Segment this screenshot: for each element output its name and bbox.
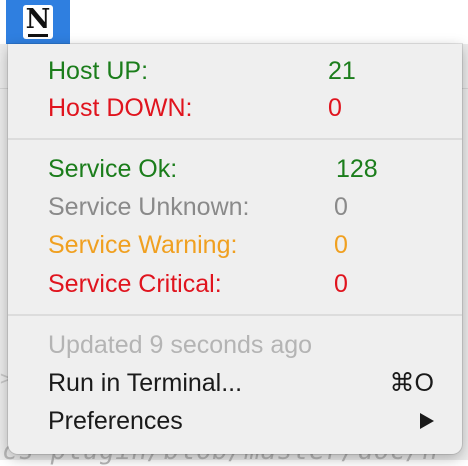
nagios-logo-underline: [28, 33, 48, 37]
updated-status-text: Updated 9 seconds ago: [48, 328, 434, 362]
run-in-terminal-shortcut: ⌘O: [389, 369, 434, 397]
updated-label: Updated 9 seconds ago: [48, 331, 313, 359]
service-critical-label: Service Critical:: [48, 270, 222, 298]
nagios-logo-icon: N: [23, 5, 53, 39]
host-up-value: 21: [328, 57, 356, 85]
host-down-value: 0: [328, 94, 342, 122]
menu-item-preferences[interactable]: Preferences: [48, 404, 434, 438]
menu-bar: N: [0, 0, 468, 44]
menu-item-service-unknown[interactable]: Service Unknown: 0: [48, 190, 434, 224]
status-item-nagios[interactable]: N: [6, 0, 70, 44]
service-unknown-value: 0: [334, 193, 348, 221]
service-unknown-label: Service Unknown:: [48, 193, 250, 221]
service-ok-label: Service Ok:: [48, 155, 178, 183]
service-warning-value: 0: [334, 231, 348, 259]
service-warning-label: Service Warning:: [48, 231, 238, 259]
menu-separator: [8, 138, 462, 140]
menu-item-run-in-terminal[interactable]: Run in Terminal... ⌘O: [48, 366, 434, 400]
status-dropdown-menu: Host UP: 21 Host DOWN: 0 Service Ok: 128…: [8, 44, 462, 454]
menu-item-host-down[interactable]: Host DOWN: 0: [48, 91, 434, 125]
host-up-label: Host UP:: [48, 57, 149, 85]
menu-item-host-up[interactable]: Host UP: 21: [48, 54, 434, 88]
menu-separator: [8, 314, 462, 316]
submenu-arrow-icon: [420, 413, 434, 429]
run-in-terminal-label: Run in Terminal...: [48, 369, 243, 397]
preferences-label: Preferences: [48, 407, 183, 435]
host-down-label: Host DOWN:: [48, 94, 193, 122]
menu-item-service-warning[interactable]: Service Warning: 0: [48, 228, 434, 262]
service-critical-value: 0: [334, 270, 348, 298]
menu-item-service-critical[interactable]: Service Critical: 0: [48, 267, 434, 301]
menu-item-service-ok[interactable]: Service Ok: 128: [48, 152, 434, 186]
nagios-logo-glyph: N: [25, 3, 51, 35]
service-ok-value: 128: [336, 155, 378, 183]
